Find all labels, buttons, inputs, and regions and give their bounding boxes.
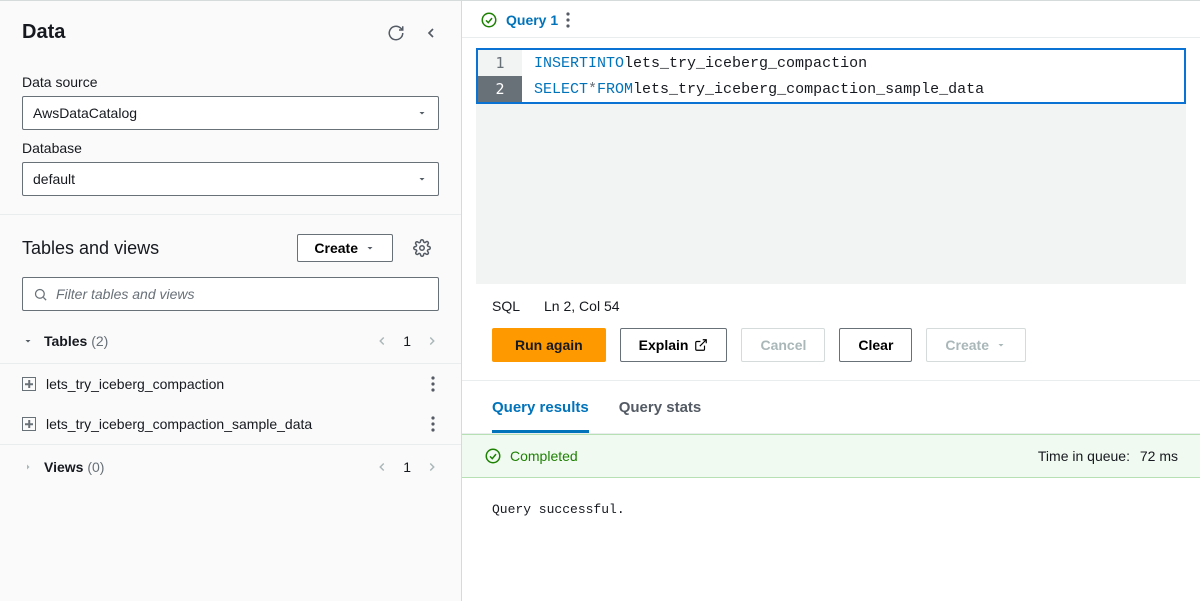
tables-views-title: Tables and views	[22, 238, 159, 259]
filter-tables-input[interactable]	[56, 286, 428, 302]
caret-down-icon	[995, 339, 1007, 351]
cursor-position: Ln 2, Col 54	[544, 298, 620, 314]
editor-language: SQL	[492, 298, 520, 314]
data-source-select[interactable]: AwsDataCatalog	[22, 96, 439, 130]
table-name: lets_try_iceberg_compaction	[46, 376, 224, 392]
create-table-button[interactable]: Create	[297, 234, 393, 262]
table-row-menu-icon[interactable]	[427, 376, 439, 392]
gutter-line-number: 2	[478, 76, 522, 102]
gutter-line-number: 1	[478, 50, 522, 76]
refresh-icon[interactable]	[387, 24, 405, 42]
tables-group-toggle[interactable]: Tables (2)	[22, 333, 108, 349]
create-button[interactable]: Create	[926, 328, 1026, 362]
data-source-value: AwsDataCatalog	[33, 105, 137, 121]
expand-icon[interactable]	[22, 417, 36, 431]
run-again-button[interactable]: Run again	[492, 328, 606, 362]
search-icon	[33, 287, 48, 302]
data-source-label: Data source	[22, 74, 439, 90]
table-row[interactable]: lets_try_iceberg_compaction_sample_data	[0, 404, 461, 444]
tables-pager: 1	[375, 333, 439, 349]
gear-icon[interactable]	[405, 231, 439, 265]
tab-query-stats[interactable]: Query stats	[619, 399, 702, 433]
next-page-icon[interactable]	[425, 460, 439, 474]
status-text: Completed	[510, 448, 578, 464]
next-page-icon[interactable]	[425, 334, 439, 348]
table-row[interactable]: lets_try_iceberg_compaction	[0, 364, 461, 404]
sidebar-title: Data	[22, 21, 65, 44]
database-label: Database	[22, 140, 439, 156]
external-link-icon	[694, 338, 708, 352]
result-status-banner: Completed Time in queue: 72 ms	[462, 434, 1200, 478]
collapse-sidebar-icon[interactable]	[423, 25, 439, 41]
query-tab[interactable]: Query 1	[506, 12, 558, 28]
tab-menu-icon[interactable]	[566, 12, 570, 28]
code-line: INSERT INTO lets_try_iceberg_compaction	[522, 50, 867, 76]
caret-right-icon	[22, 461, 34, 473]
database-value: default	[33, 171, 75, 187]
time-in-queue-label: Time in queue:	[1038, 448, 1130, 464]
sql-editor[interactable]: 1 INSERT INTO lets_try_iceberg_compactio…	[476, 48, 1186, 104]
sidebar: Data Data source AwsDataCatalog Database	[0, 0, 462, 601]
prev-page-icon[interactable]	[375, 334, 389, 348]
views-pager: 1	[375, 459, 439, 475]
views-group-toggle[interactable]: Views (0)	[22, 459, 104, 475]
caret-down-icon	[416, 173, 428, 185]
editor-blank[interactable]	[476, 104, 1186, 284]
tab-query-results[interactable]: Query results	[492, 399, 589, 433]
result-body: Query successful.	[462, 478, 1200, 541]
table-name: lets_try_iceberg_compaction_sample_data	[46, 416, 312, 432]
time-in-queue-value: 72 ms	[1140, 448, 1178, 464]
check-circle-icon	[480, 11, 498, 29]
table-row-menu-icon[interactable]	[427, 416, 439, 432]
filter-tables-input-wrap[interactable]	[22, 277, 439, 311]
check-circle-icon	[484, 447, 502, 465]
prev-page-icon[interactable]	[375, 460, 389, 474]
editor-panel: Query 1 1 INSERT INTO lets_try_iceberg_c…	[462, 0, 1200, 601]
database-select[interactable]: default	[22, 162, 439, 196]
caret-down-icon	[416, 107, 428, 119]
expand-icon[interactable]	[22, 377, 36, 391]
caret-down-icon	[22, 335, 34, 347]
cancel-button[interactable]: Cancel	[741, 328, 825, 362]
explain-button[interactable]: Explain	[620, 328, 728, 362]
clear-button[interactable]: Clear	[839, 328, 912, 362]
code-line: SELECT * FROM lets_try_iceberg_compactio…	[522, 76, 984, 102]
caret-down-icon	[364, 242, 376, 254]
